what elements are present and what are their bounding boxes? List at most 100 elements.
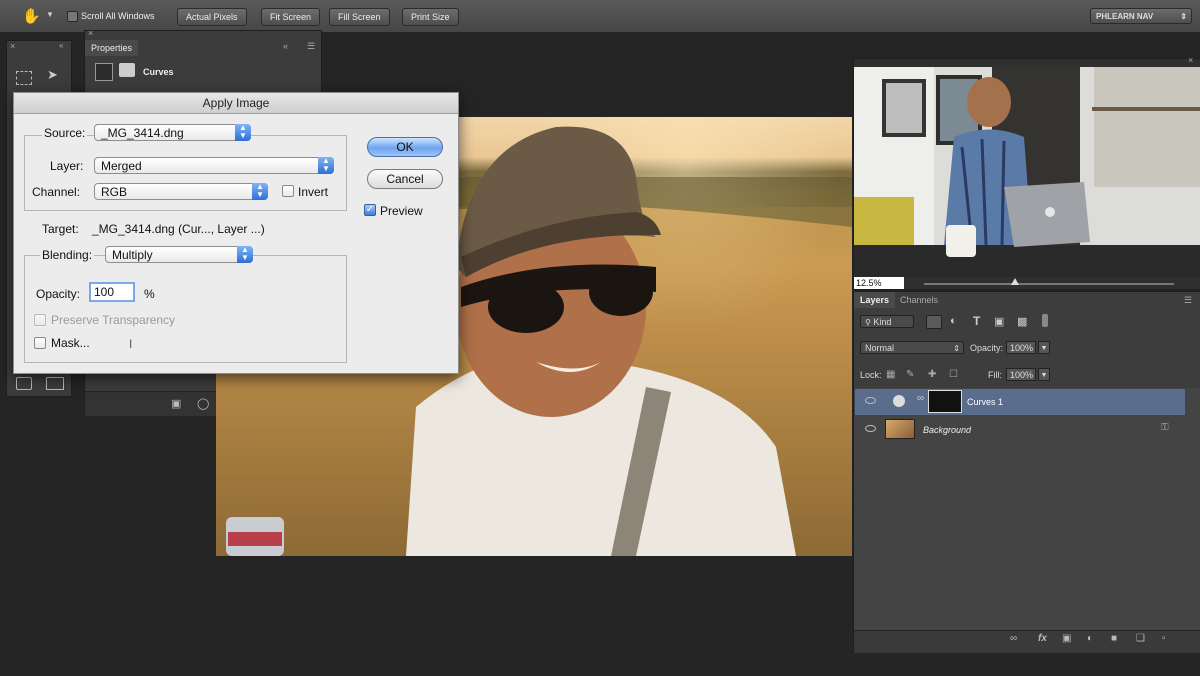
trash-icon[interactable]: ▫ xyxy=(1162,633,1166,644)
filter-toggle-icon[interactable] xyxy=(1042,314,1048,327)
fit-screen-button[interactable]: Fit Screen xyxy=(261,8,321,26)
link-layers-icon[interactable]: ∞ xyxy=(1010,633,1017,644)
blending-label: Blending: xyxy=(40,248,95,262)
layer-mask-icon[interactable] xyxy=(119,63,135,77)
layer-row-background[interactable]: Background ⚿ xyxy=(855,417,1185,443)
channel-select[interactable]: RGB ▲ ▼ xyxy=(94,183,268,200)
scroll-all-windows-checkbox[interactable] xyxy=(67,11,78,22)
mask-label: Mask... xyxy=(51,336,90,350)
hand-tool-icon[interactable]: ✋ xyxy=(22,7,41,25)
properties-title: Curves xyxy=(143,67,174,77)
fill-field[interactable]: 100% xyxy=(1006,368,1036,381)
channel-label: Channel: xyxy=(32,185,81,199)
chevron-down-icon[interactable]: ▼ xyxy=(1038,341,1050,354)
fx-icon[interactable]: fx xyxy=(1038,633,1047,644)
apply-image-dialog: Apply Image Source: _MG_3414.dng ▲ ▼ Laye… xyxy=(13,92,459,374)
tab-channels[interactable]: Channels xyxy=(894,292,944,308)
collapse-icon[interactable]: « xyxy=(283,41,288,51)
layer-opacity-field[interactable]: 100% xyxy=(1006,341,1036,354)
view-previous-icon[interactable]: ◯ xyxy=(197,397,209,410)
cancel-button[interactable]: Cancel xyxy=(367,169,443,189)
lock-all-icon[interactable]: ☐ xyxy=(949,369,958,380)
fill-value: 100% xyxy=(1010,370,1034,380)
blend-mode-value: Normal xyxy=(865,343,895,353)
curves-adjustment-icon xyxy=(95,63,113,81)
blend-mode-select[interactable]: Normal ⇕ xyxy=(860,341,964,354)
workspace-label: PHLEARN NAV xyxy=(1096,12,1154,21)
lock-position-icon[interactable]: ✚ xyxy=(928,369,936,380)
source-select[interactable]: _MG_3414.dng ▲ ▼ xyxy=(94,124,251,141)
new-layer-icon[interactable]: ❏ xyxy=(1136,633,1145,644)
new-adjustment-icon[interactable]: ◐ xyxy=(1087,633,1093,644)
filter-type-icon[interactable]: T xyxy=(973,314,980,328)
preview-checkbox[interactable]: ✓ xyxy=(364,204,376,216)
close-icon[interactable]: × xyxy=(88,28,93,38)
zoom-slider-handle[interactable] xyxy=(1011,278,1019,285)
move-tool-icon[interactable]: ➤ xyxy=(47,67,58,83)
dialog-title: Apply Image xyxy=(14,93,458,114)
layer-name-background: Background xyxy=(923,425,972,435)
chevron-updown-icon: ⇕ xyxy=(1180,12,1187,21)
filter-shape-icon[interactable]: ▣ xyxy=(994,315,1004,328)
new-group-icon[interactable]: ■ xyxy=(1111,633,1117,644)
zoom-slider[interactable] xyxy=(924,283,1174,285)
opacity-label: Opacity: xyxy=(970,343,1004,353)
zoom-field[interactable]: 12.5% xyxy=(854,277,904,289)
chevron-updown-icon: ⇕ xyxy=(953,344,960,353)
layer-mask-thumbnail[interactable] xyxy=(928,390,962,413)
add-mask-icon[interactable]: ▣ xyxy=(1062,633,1071,644)
layer-value: Merged xyxy=(101,159,142,173)
mask-checkbox[interactable] xyxy=(34,337,46,349)
invert-checkbox[interactable] xyxy=(282,185,294,197)
blending-select[interactable]: Multiply ▲ ▼ xyxy=(105,246,253,263)
tab-layers[interactable]: Layers xyxy=(854,292,896,308)
panel-menu-icon[interactable]: ☰ xyxy=(1184,295,1192,306)
tab-properties[interactable]: Properties xyxy=(85,40,139,56)
filter-pixel-icon[interactable] xyxy=(926,315,942,329)
eye-icon[interactable] xyxy=(865,425,876,432)
quick-mask-icon[interactable] xyxy=(16,377,32,390)
close-icon[interactable]: × xyxy=(10,41,15,51)
chevron-down-icon[interactable]: ▼ xyxy=(46,10,54,19)
target-value: _MG_3414.dng (Cur..., Layer ...) xyxy=(92,222,265,236)
lock-image-icon[interactable]: ✎ xyxy=(906,369,914,380)
filter-adjustment-icon[interactable]: ◐ xyxy=(950,315,957,327)
ok-button[interactable]: OK xyxy=(367,137,443,157)
preview-label: Preview xyxy=(380,204,423,218)
kind-filter-select[interactable]: ⚲ Kind xyxy=(860,315,914,328)
layer-label: Layer: xyxy=(50,159,84,173)
close-icon[interactable]: × xyxy=(1188,55,1193,65)
panel-menu-icon[interactable]: ☰ xyxy=(307,41,315,52)
lock-label: Lock: xyxy=(860,370,882,380)
layers-footer xyxy=(854,630,1200,653)
opacity-input[interactable]: 100 xyxy=(89,282,135,302)
blending-value: Multiply xyxy=(112,248,153,262)
collapse-icon[interactable]: « xyxy=(59,41,63,50)
lock-icon: ⚿ xyxy=(1161,422,1169,433)
preserve-transparency-label: Preserve Transparency xyxy=(51,313,176,327)
kind-filter-value: Kind xyxy=(873,317,892,327)
scroll-all-windows-label: Scroll All Windows xyxy=(81,11,155,21)
lock-transparent-icon[interactable]: ▦ xyxy=(886,369,895,380)
chevron-updown-icon: ▲ ▼ xyxy=(235,124,251,141)
navigator-thumbnail[interactable] xyxy=(854,67,1200,277)
print-size-button[interactable]: Print Size xyxy=(402,8,459,26)
layer-select[interactable]: Merged ▲ ▼ xyxy=(94,157,334,174)
screen-mode-icon[interactable] xyxy=(46,377,64,390)
eye-icon[interactable] xyxy=(865,397,876,404)
filter-smartobject-icon[interactable]: ▩ xyxy=(1017,315,1027,328)
clip-to-layer-icon[interactable]: ▣ xyxy=(171,397,181,410)
chevron-updown-icon: ▲ ▼ xyxy=(318,157,334,174)
opacity-value: 100 xyxy=(94,285,115,299)
layer-row-curves[interactable]: ∞ Curves 1 xyxy=(855,389,1185,415)
marquee-tool-icon[interactable] xyxy=(16,71,32,85)
chevron-down-icon[interactable]: ▼ xyxy=(1038,368,1050,381)
search-icon: ⚲ xyxy=(865,318,871,327)
preserve-transparency-checkbox xyxy=(34,314,46,326)
fill-screen-button[interactable]: Fill Screen xyxy=(329,8,390,26)
actual-pixels-button[interactable]: Actual Pixels xyxy=(177,8,247,26)
workspace-select[interactable]: PHLEARN NAV ⇕ xyxy=(1090,8,1192,24)
options-bar: ✋ ▼ Scroll All Windows Actual Pixels Fit… xyxy=(0,0,1200,33)
zoom-value: 12.5% xyxy=(856,278,882,288)
layer-opacity-value: 100% xyxy=(1010,343,1034,353)
